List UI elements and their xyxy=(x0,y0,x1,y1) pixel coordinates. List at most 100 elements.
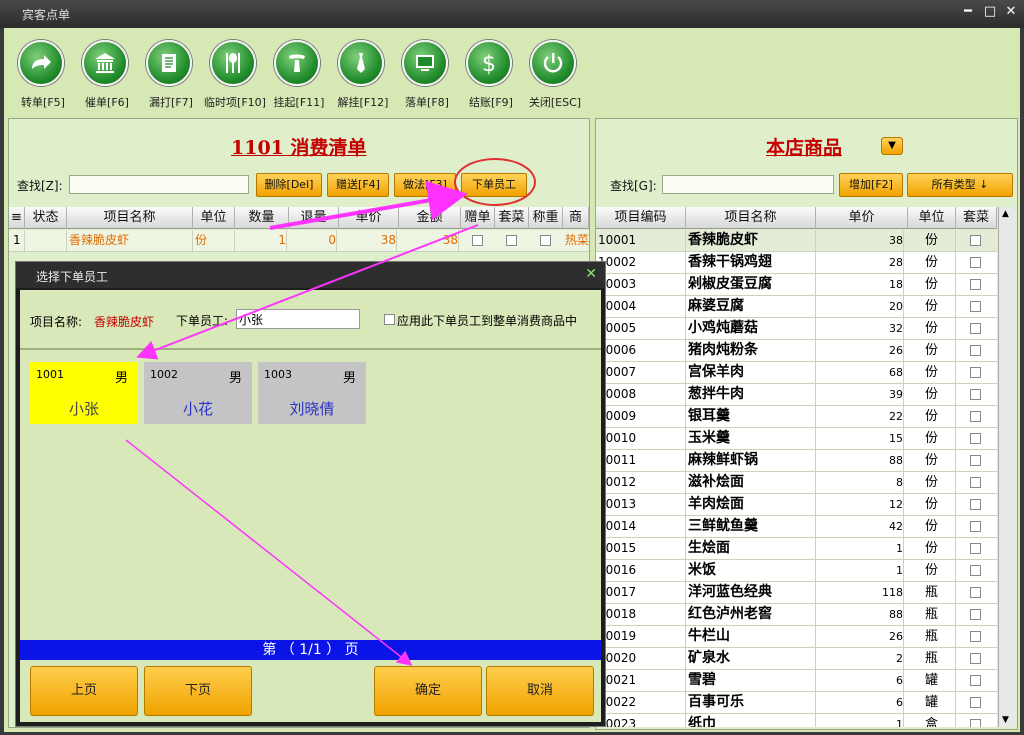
col-qty[interactable]: 数量 xyxy=(235,207,289,229)
table-row[interactable]: 10007 宫保羊肉 68 份 xyxy=(596,362,997,384)
set-checkbox[interactable] xyxy=(970,697,981,708)
set-checkbox[interactable] xyxy=(970,257,981,268)
maximize-icon[interactable]: □ xyxy=(982,4,998,20)
col-unit[interactable]: 单位 xyxy=(193,207,235,229)
col-menu[interactable]: ≡ xyxy=(9,207,25,229)
table-row[interactable]: 10010 玉米羹 15 份 xyxy=(596,428,997,450)
checkout-button[interactable]: $ 结账[F9] xyxy=(456,40,516,114)
table-row[interactable]: 10003 剁椒皮蛋豆腐 18 份 xyxy=(596,274,997,296)
scroll-up-icon[interactable]: ▲ xyxy=(1002,209,1009,219)
set-checkbox[interactable] xyxy=(970,367,981,378)
missed-print-button[interactable]: 漏打[F7] xyxy=(136,40,196,114)
set-checkbox[interactable] xyxy=(970,565,981,576)
weigh-checkbox[interactable] xyxy=(540,235,551,246)
set-checkbox[interactable] xyxy=(970,587,981,598)
urge-button[interactable]: 催单[F6] xyxy=(72,40,132,114)
employee-card-1003[interactable]: 1003 男 刘晓倩 xyxy=(258,362,366,424)
set-checkbox[interactable] xyxy=(970,411,981,422)
product-dropdown-icon[interactable]: ▼ xyxy=(881,137,903,155)
apply-all-checkbox[interactable] xyxy=(384,314,395,325)
table-row[interactable]: 10023 纸巾 1 盒 xyxy=(596,714,997,727)
add-product-button[interactable]: 增加[F2] xyxy=(839,173,903,197)
set-checkbox[interactable] xyxy=(970,301,981,312)
col-goods[interactable]: 商 xyxy=(563,207,589,229)
col-set[interactable]: 套菜 xyxy=(495,207,529,229)
set-checkbox[interactable] xyxy=(970,499,981,510)
gift-checkbox[interactable] xyxy=(472,235,483,246)
col-product-name[interactable]: 项目名称 xyxy=(686,207,816,229)
unhold-button[interactable]: 解挂[F12] xyxy=(328,40,388,114)
table-row[interactable]: 10011 麻辣鲜虾锅 88 份 xyxy=(596,450,997,472)
minimize-icon[interactable]: ━ xyxy=(960,4,976,20)
product-search-input[interactable] xyxy=(662,175,834,194)
staff-input[interactable] xyxy=(236,309,360,329)
cook-method-button[interactable]: 做法[F3] xyxy=(394,173,456,197)
table-row[interactable]: 10021 雪碧 6 罐 xyxy=(596,670,997,692)
close-window-icon[interactable]: ✕ xyxy=(1003,4,1019,20)
set-checkbox[interactable] xyxy=(970,235,981,246)
gift-button[interactable]: 赠送[F4] xyxy=(327,173,389,197)
table-row[interactable]: 10012 滋补烩面 8 份 xyxy=(596,472,997,494)
table-row[interactable]: 10004 麻婆豆腐 20 份 xyxy=(596,296,997,318)
table-row[interactable]: 10016 米饭 1 份 xyxy=(596,560,997,582)
scroll-down-icon[interactable]: ▼ xyxy=(1002,715,1009,725)
transfer-button[interactable]: 转单[F5] xyxy=(8,40,68,114)
set-checkbox[interactable] xyxy=(970,455,981,466)
delete-button[interactable]: 删除[Del] xyxy=(256,173,322,197)
table-row[interactable]: 1 香辣脆皮虾 份 1 0 38 38 热菜 xyxy=(9,230,589,252)
set-checkbox[interactable] xyxy=(970,543,981,554)
col-gift[interactable]: 赠单 xyxy=(461,207,495,229)
table-row[interactable]: 10015 生烩面 1 份 xyxy=(596,538,997,560)
set-checkbox[interactable] xyxy=(970,719,981,727)
employee-card-1002[interactable]: 1002 男 小花 xyxy=(144,362,252,424)
table-row[interactable]: 10005 小鸡炖蘑菇 32 份 xyxy=(596,318,997,340)
table-row[interactable]: 10019 牛栏山 26 瓶 xyxy=(596,626,997,648)
table-row[interactable]: 10018 红色泸州老窖 88 瓶 xyxy=(596,604,997,626)
col-code[interactable]: 项目编码 xyxy=(596,207,686,229)
employee-card-1001[interactable]: 1001 男 小张 xyxy=(30,362,138,424)
place-order-button[interactable]: 落单[F8] xyxy=(392,40,452,114)
table-row[interactable]: 10017 洋河蓝色经典 118 瓶 xyxy=(596,582,997,604)
table-row[interactable]: 10020 矿泉水 2 瓶 xyxy=(596,648,997,670)
col-amount[interactable]: 金额 xyxy=(399,207,461,229)
confirm-button[interactable]: 确定 xyxy=(374,666,482,716)
table-row[interactable]: 10006 猪肉炖粉条 26 份 xyxy=(596,340,997,362)
col-product-unit[interactable]: 单位 xyxy=(908,207,956,229)
close-button[interactable]: 关闭[ESC] xyxy=(520,40,581,114)
col-returned[interactable]: 退量 xyxy=(289,207,339,229)
set-checkbox[interactable] xyxy=(970,323,981,334)
order-search-input[interactable] xyxy=(69,175,249,194)
set-checkbox[interactable] xyxy=(970,521,981,532)
set-checkbox[interactable] xyxy=(506,235,517,246)
set-checkbox[interactable] xyxy=(970,279,981,290)
col-product-set[interactable]: 套菜 xyxy=(956,207,997,229)
set-checkbox[interactable] xyxy=(970,433,981,444)
table-row[interactable]: 10008 葱拌牛肉 39 份 xyxy=(596,384,997,406)
col-status[interactable]: 状态 xyxy=(25,207,67,229)
table-row[interactable]: 10002 香辣干锅鸡翅 28 份 xyxy=(596,252,997,274)
prev-page-button[interactable]: 上页 xyxy=(30,666,138,716)
all-types-button[interactable]: 所有类型 ↓ xyxy=(907,173,1013,197)
table-row[interactable]: 10014 三鲜鱿鱼羹 42 份 xyxy=(596,516,997,538)
set-checkbox[interactable] xyxy=(970,631,981,642)
next-page-button[interactable]: 下页 xyxy=(144,666,252,716)
set-checkbox[interactable] xyxy=(970,609,981,620)
set-checkbox[interactable] xyxy=(970,389,981,400)
dialog-close-icon[interactable]: ✕ xyxy=(585,266,597,282)
col-product-price[interactable]: 单价 xyxy=(816,207,908,229)
set-checkbox[interactable] xyxy=(970,477,981,488)
set-checkbox[interactable] xyxy=(970,653,981,664)
temp-item-button[interactable]: 临时项[F10] xyxy=(200,40,266,114)
set-checkbox[interactable] xyxy=(970,345,981,356)
table-row[interactable]: 10009 银耳羹 22 份 xyxy=(596,406,997,428)
col-price[interactable]: 单价 xyxy=(339,207,399,229)
table-row[interactable]: 10013 羊肉烩面 12 份 xyxy=(596,494,997,516)
hold-button[interactable]: 挂起[F11] xyxy=(264,40,324,114)
col-weigh[interactable]: 称重 xyxy=(529,207,563,229)
set-checkbox[interactable] xyxy=(970,675,981,686)
table-row[interactable]: 10022 百事可乐 6 罐 xyxy=(596,692,997,714)
cancel-button[interactable]: 取消 xyxy=(486,666,594,716)
table-row[interactable]: 10001 香辣脆皮虾 38 份 xyxy=(596,230,997,252)
product-scrollbar[interactable]: ▲ ▼ xyxy=(998,207,1016,727)
col-name[interactable]: 项目名称 xyxy=(67,207,193,229)
